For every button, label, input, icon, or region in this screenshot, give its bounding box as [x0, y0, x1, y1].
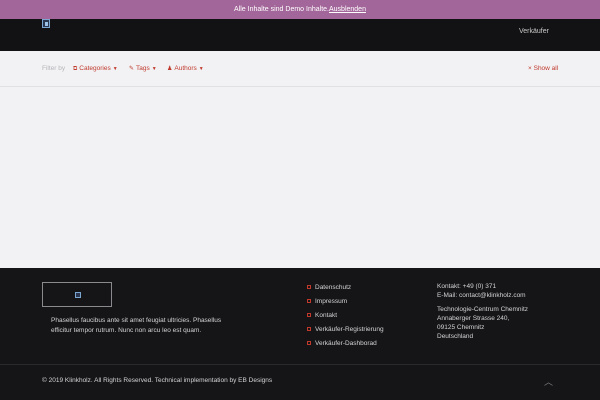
close-icon: × [528, 65, 532, 72]
footer-link-impressum[interactable]: Impressum [307, 298, 384, 312]
site-header: Verkäufer [0, 19, 600, 51]
footer-description: Phasellus faucibus ante sit amet feugiat… [51, 317, 222, 334]
footer-divider [0, 364, 600, 365]
footer-link-kontakt[interactable]: Kontakt [307, 312, 384, 326]
filter-authors[interactable]: ♟ Authors ▼ [167, 65, 204, 72]
site-footer: Phasellus faucibus ante sit amet feugiat… [0, 268, 600, 400]
logo-icon [75, 292, 81, 298]
contact-address-line: Technologie-Centrum Chemnitz [437, 306, 529, 313]
filter-categories[interactable]: ⧉ Categories ▼ [73, 65, 118, 73]
chevron-down-icon: ▼ [112, 66, 118, 72]
contact-info: Kontakt: +49 (0) 371 E-Mail: contact@kli… [437, 282, 528, 341]
show-all-button[interactable]: × Show all [528, 65, 558, 72]
nav-link-verkaeufer[interactable]: Verkäufer [519, 28, 549, 35]
tags-icon: ✎ [129, 66, 135, 72]
copyright-text: © 2019 Klinkholz. All Rights Reserved. T… [42, 377, 273, 384]
chevron-down-icon: ▼ [198, 66, 204, 72]
bullet-icon [307, 341, 311, 346]
footer-links: Datenschutz Impressum Kontakt Verkäufer-… [307, 284, 384, 354]
chevron-up-icon[interactable]: ︿ [544, 375, 553, 388]
show-all-label: Show all [533, 65, 559, 72]
contact-address-line: 09125 Chemnitz [437, 324, 485, 331]
authors-icon: ♟ [167, 66, 173, 72]
bullet-icon [307, 285, 311, 290]
footer-logo[interactable] [42, 282, 112, 307]
categories-icon: ⧉ [73, 66, 78, 72]
filter-categories-label: Categories [79, 65, 111, 72]
contact-email[interactable]: E-Mail: contact@klinkholz.com [437, 291, 528, 300]
filter-bar: Filter by ⧉ Categories ▼ ✎ Tags ▼ ♟ Authors ▼ … [0, 51, 600, 87]
filter-authors-label: Authors [174, 65, 197, 72]
filter-tags-label: Tags [136, 65, 150, 72]
main-content [0, 88, 600, 268]
filter-by-label: Filter by [42, 65, 66, 72]
contact-address-line: Annaberger Strasse 240, [437, 315, 510, 322]
hide-demo-link[interactable]: Ausblenden [329, 6, 366, 13]
footer-link-dashboard[interactable]: Verkäufer-Dashborad [307, 340, 384, 354]
contact-address-line: Deutschland [437, 333, 474, 340]
bullet-icon [307, 327, 311, 332]
bullet-icon [307, 313, 311, 318]
filter-tags[interactable]: ✎ Tags ▼ [129, 65, 157, 72]
chevron-down-icon: ▼ [151, 66, 157, 72]
bullet-icon [307, 299, 311, 304]
contact-phone: Kontakt: +49 (0) 371 [437, 283, 497, 290]
footer-link-datenschutz[interactable]: Datenschutz [307, 284, 384, 298]
demo-notice-bar: Alle Inhalte sind Demo Inhalte.Ausblende… [0, 0, 600, 19]
site-logo[interactable] [42, 19, 50, 28]
demo-notice-text: Alle Inhalte sind Demo Inhalte. [234, 6, 329, 13]
footer-link-registrierung[interactable]: Verkäufer-Registrierung [307, 326, 384, 340]
logo-icon [45, 22, 48, 26]
